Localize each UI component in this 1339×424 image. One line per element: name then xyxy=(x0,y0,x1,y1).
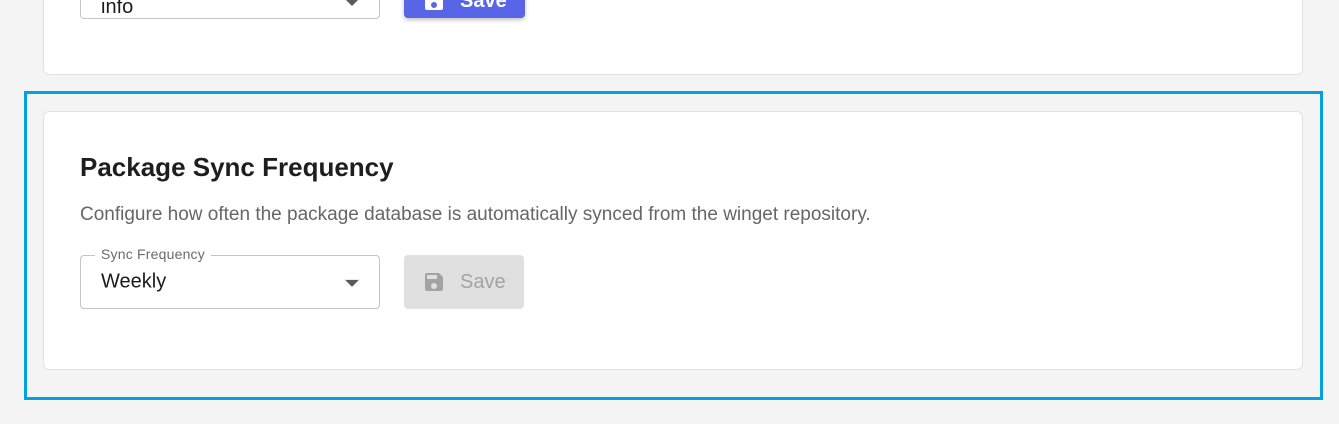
sync-frequency-card: Package Sync Frequency Configure how oft… xyxy=(43,111,1303,370)
section-title: Package Sync Frequency xyxy=(80,152,394,182)
sync-save-label: Save xyxy=(460,270,506,293)
sync-save-button[interactable]: Save xyxy=(404,255,524,309)
log-level-save-button[interactable]: Save xyxy=(404,0,525,18)
chevron-down-icon xyxy=(345,279,359,287)
save-icon xyxy=(422,0,446,13)
save-icon xyxy=(422,270,446,294)
sync-frequency-value: Weekly xyxy=(101,270,167,293)
log-level-select-value: info xyxy=(101,0,134,18)
chevron-down-icon xyxy=(345,0,359,6)
sync-frequency-legend: Sync Frequency xyxy=(95,246,211,262)
section-description: Configure how often the package database… xyxy=(80,204,871,225)
log-level-card: info Save xyxy=(43,0,1303,75)
log-level-save-label: Save xyxy=(460,0,507,12)
sync-frequency-select[interactable]: Sync Frequency Weekly xyxy=(80,246,380,309)
log-level-select[interactable]: info xyxy=(80,0,380,19)
